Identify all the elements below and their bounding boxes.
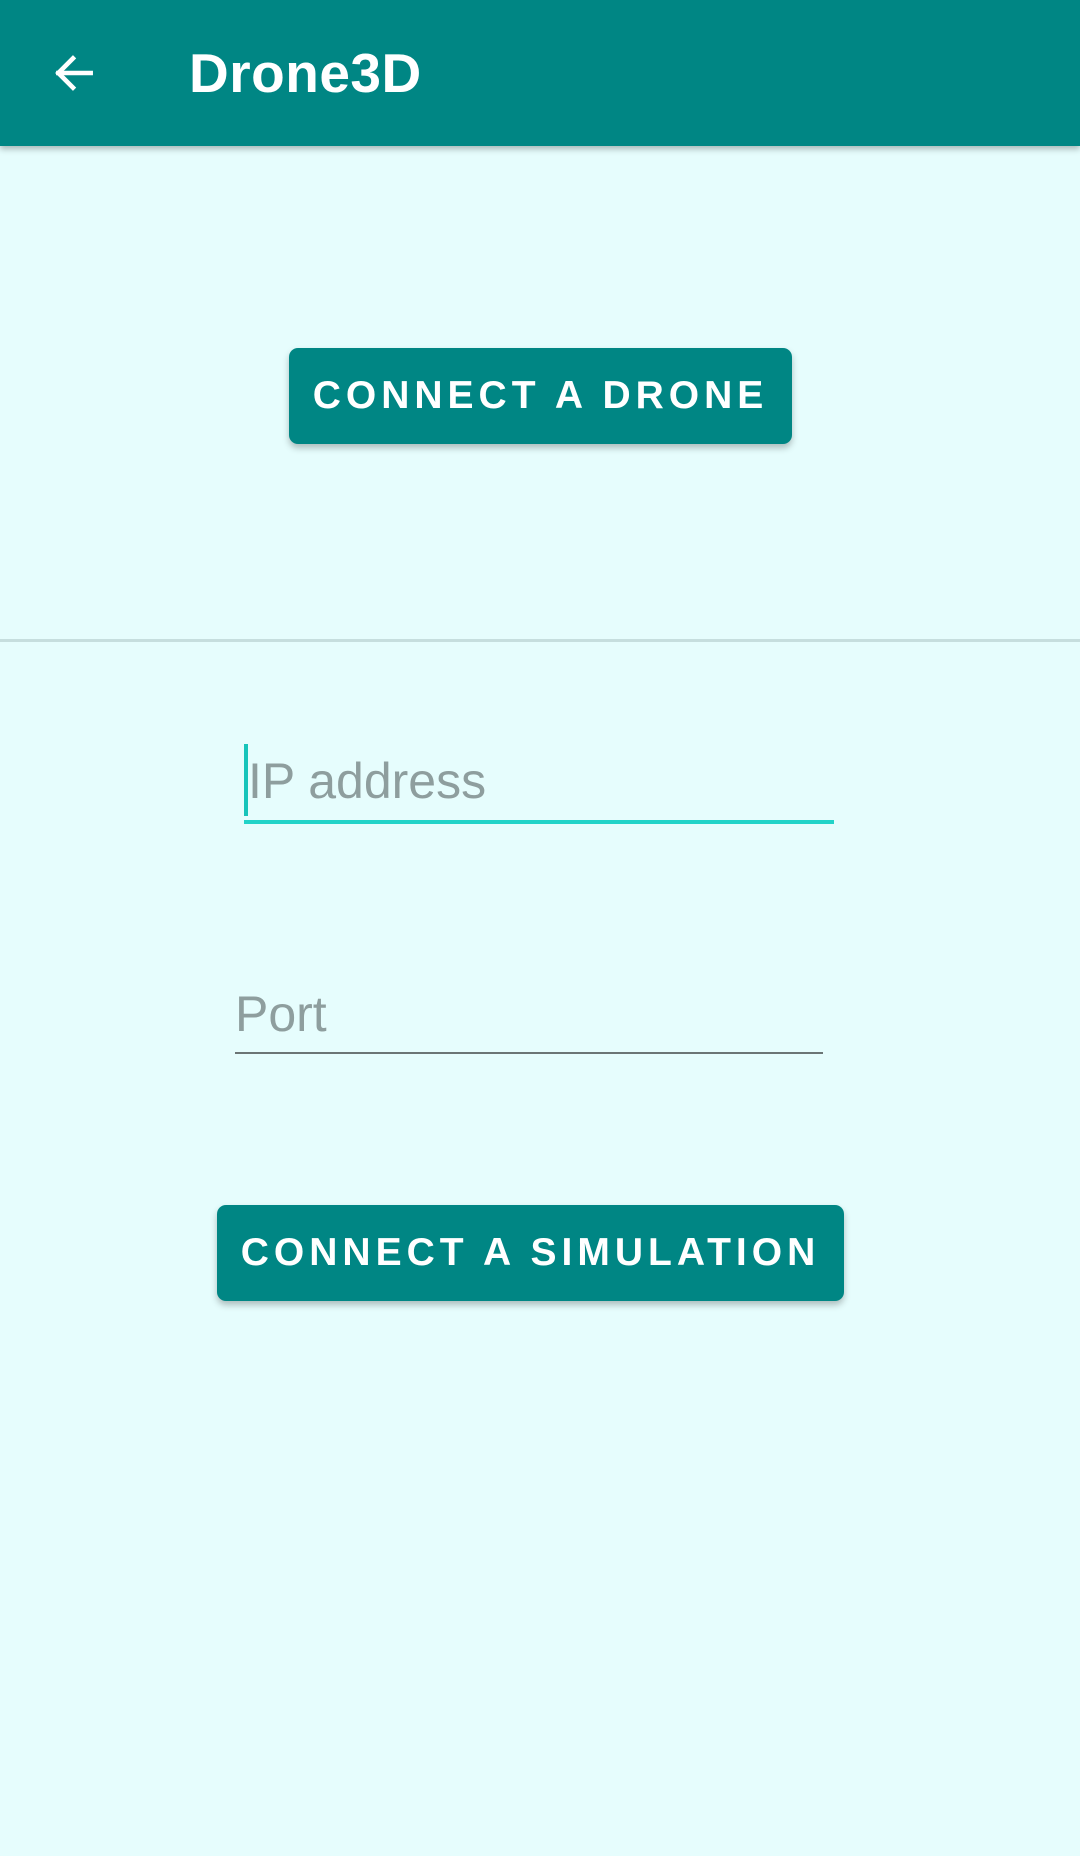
app-title: Drone3D	[189, 42, 422, 104]
section-divider	[0, 639, 1080, 642]
app-bar: Drone3D	[0, 0, 1080, 146]
port-input[interactable]	[235, 976, 823, 1052]
back-button[interactable]	[30, 29, 118, 117]
text-cursor	[244, 744, 248, 816]
ip-address-field[interactable]	[244, 742, 834, 824]
connect-simulation-button[interactable]: CONNECT A SIMULATION	[217, 1205, 844, 1301]
port-field[interactable]	[235, 976, 823, 1054]
connect-drone-button[interactable]: CONNECT A DRONE	[289, 348, 792, 444]
arrow-left-icon	[49, 48, 99, 98]
ip-address-input[interactable]	[244, 742, 834, 820]
